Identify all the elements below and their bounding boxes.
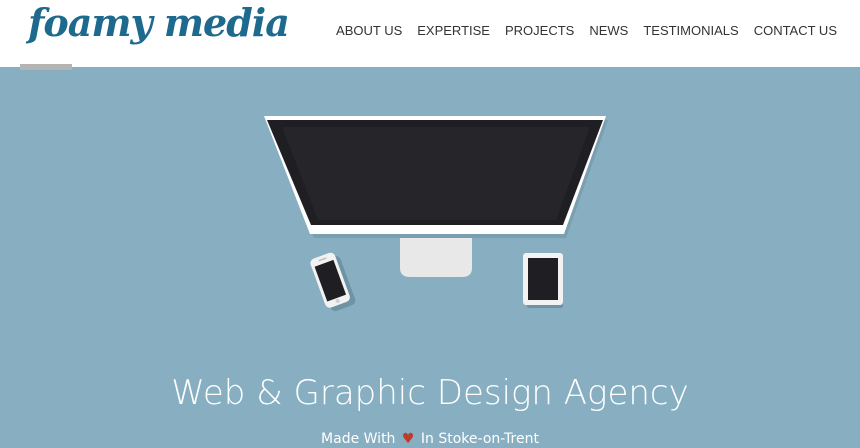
hero-tagline: Made With ♥ In Stoke-on-Trent [0,430,860,448]
hero-headline: Web & Graphic Design Agency [171,372,689,413]
smartphone-icon [310,252,356,312]
tagline-after: In Stoke-on-Trent [420,431,539,447]
monitor-icon [264,116,608,277]
tablet-icon [523,253,563,308]
tagline-before: Made With [321,431,396,447]
heart-icon: ♥ [401,431,415,447]
